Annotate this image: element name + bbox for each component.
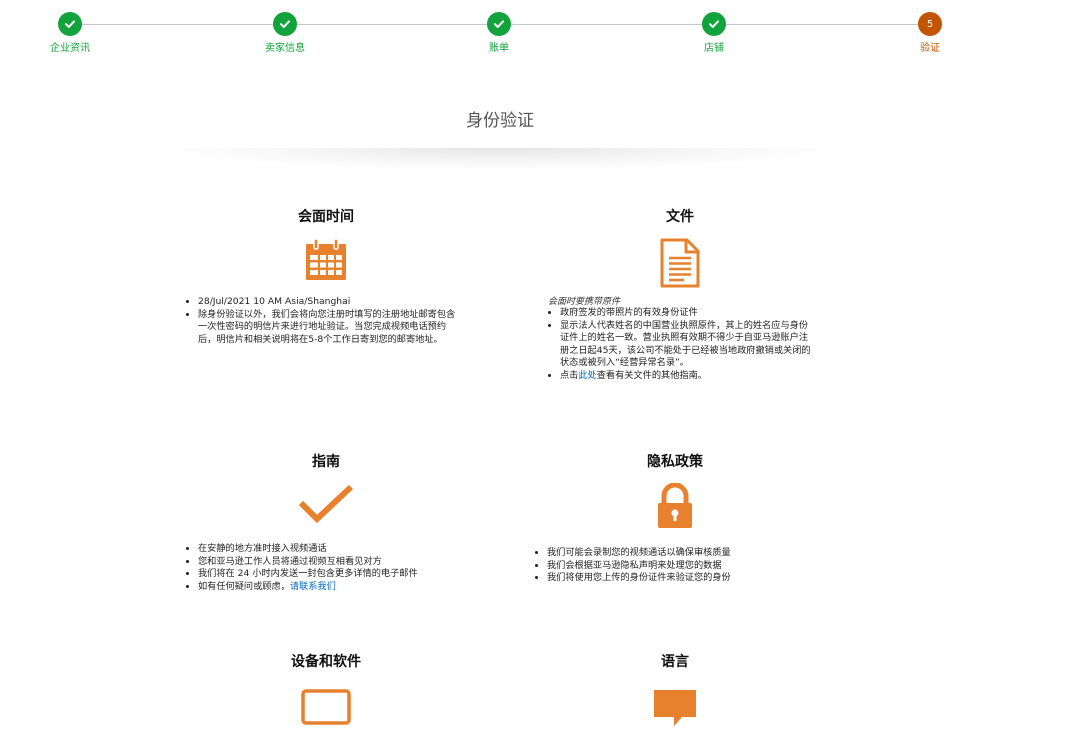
list-item-text: 如有任何疑问或顾虑，	[198, 580, 290, 592]
step-billing[interactable]: 账单	[449, 12, 549, 54]
check-icon	[273, 12, 297, 36]
list-item: 政府签发的带照片的有效身份证件	[560, 307, 812, 320]
section-title: 隐私政策	[647, 454, 703, 470]
checkmark-icon	[298, 484, 354, 524]
meeting-details-list: 28/Jul/2021 10 AM Asia/Shanghai 除身份验证以外，…	[186, 296, 460, 346]
list-item: 点击此处查看有关文件的其他指南。	[560, 370, 812, 383]
step-label: 验证	[920, 43, 940, 54]
documents-guide-link[interactable]: 此处	[578, 370, 596, 381]
step-label: 企业资讯	[50, 43, 90, 54]
list-item: 如有任何疑问或顾虑，请联系我们	[198, 581, 448, 594]
progress-stepper: 企业资讯 卖家信息 账单 店铺 5 验证	[0, 0, 1080, 60]
check-icon	[487, 12, 511, 36]
step-number: 5	[918, 12, 942, 36]
step-store[interactable]: 店铺	[664, 12, 764, 54]
document-icon	[660, 238, 700, 288]
documents-list: 政府签发的带照片的有效身份证件 显示法人代表姓名的中国营业执照原件，其上的姓名应…	[548, 307, 812, 383]
privacy-list: 我们可能会录制您的视频通话以确保审核质量 我们会根据亚马逊隐私声明来处理您的数据…	[535, 547, 809, 585]
step-verification[interactable]: 5 验证	[880, 12, 980, 54]
step-label: 店铺	[704, 43, 724, 54]
step-label: 账单	[489, 43, 509, 54]
tablet-icon	[301, 689, 351, 725]
page-title: 身份验证	[466, 111, 534, 131]
list-item: 我们将在 24 小时内发送一封包含更多详情的电子邮件	[198, 568, 448, 581]
speech-bubble-icon	[654, 690, 696, 726]
list-item: 在安静的地方准时接入视频通话	[198, 543, 448, 556]
list-item: 28/Jul/2021 10 AM Asia/Shanghai	[198, 296, 460, 309]
list-item: 我们可能会录制您的视频通话以确保审核质量	[547, 547, 809, 560]
list-item: 我们将使用您上传的身份证件来验证您的身份	[547, 572, 809, 585]
section-title: 语言	[661, 654, 689, 670]
contact-us-link[interactable]: 请联系我们	[290, 581, 336, 592]
title-divider-shadow	[165, 148, 835, 170]
section-device-software: 设备和软件	[186, 651, 466, 725]
list-item: 除身份验证以外，我们会将向您注册时填写的注册地址邮寄包含一次性密码的明信片来进行…	[198, 309, 460, 347]
section-title: 会面时间	[298, 209, 354, 225]
step-company-info[interactable]: 企业资讯	[20, 12, 120, 54]
section-language: 语言	[535, 651, 815, 729]
section-meeting-time: 会面时间 28/Jul/2021 10 AM Asia/Shanghai 除身份…	[186, 206, 466, 346]
guide-list: 在安静的地方准时接入视频通话 您和亚马逊工作人员将通过视频互相看见对方 我们将在…	[186, 543, 448, 593]
section-documents: 文件 会面时要携带原件 政府签发的带照片的有效身份证件 显示法人代表姓名的中国营…	[540, 206, 820, 383]
list-item-text: 查看有关文件的其他指南。	[596, 369, 707, 381]
list-item: 您和亚马逊工作人员将通过视频互相看见对方	[198, 556, 448, 569]
step-label: 卖家信息	[265, 43, 305, 54]
section-guide: 指南 在安静的地方准时接入视频通话 您和亚马逊工作人员将通过视频互相看见对方 我…	[186, 451, 466, 593]
section-title: 指南	[312, 454, 340, 470]
step-seller-info[interactable]: 卖家信息	[235, 12, 335, 54]
section-privacy-policy: 隐私政策 我们可能会录制您的视频通话以确保审核质量 我们会根据亚马逊隐私声明来处…	[535, 451, 815, 585]
section-title: 文件	[666, 209, 694, 225]
list-item: 显示法人代表姓名的中国营业执照原件，其上的姓名应与身份证件上的姓名一致。营业执照…	[560, 320, 812, 370]
list-item: 我们会根据亚马逊隐私声明来处理您的数据	[547, 560, 809, 573]
section-title: 设备和软件	[291, 654, 361, 670]
calendar-icon	[306, 238, 346, 280]
list-item-text: 点击	[560, 369, 579, 381]
check-icon	[58, 12, 82, 36]
check-icon	[702, 12, 726, 36]
lock-icon	[658, 483, 692, 528]
documents-note: 会面时要携带原件	[548, 297, 621, 307]
